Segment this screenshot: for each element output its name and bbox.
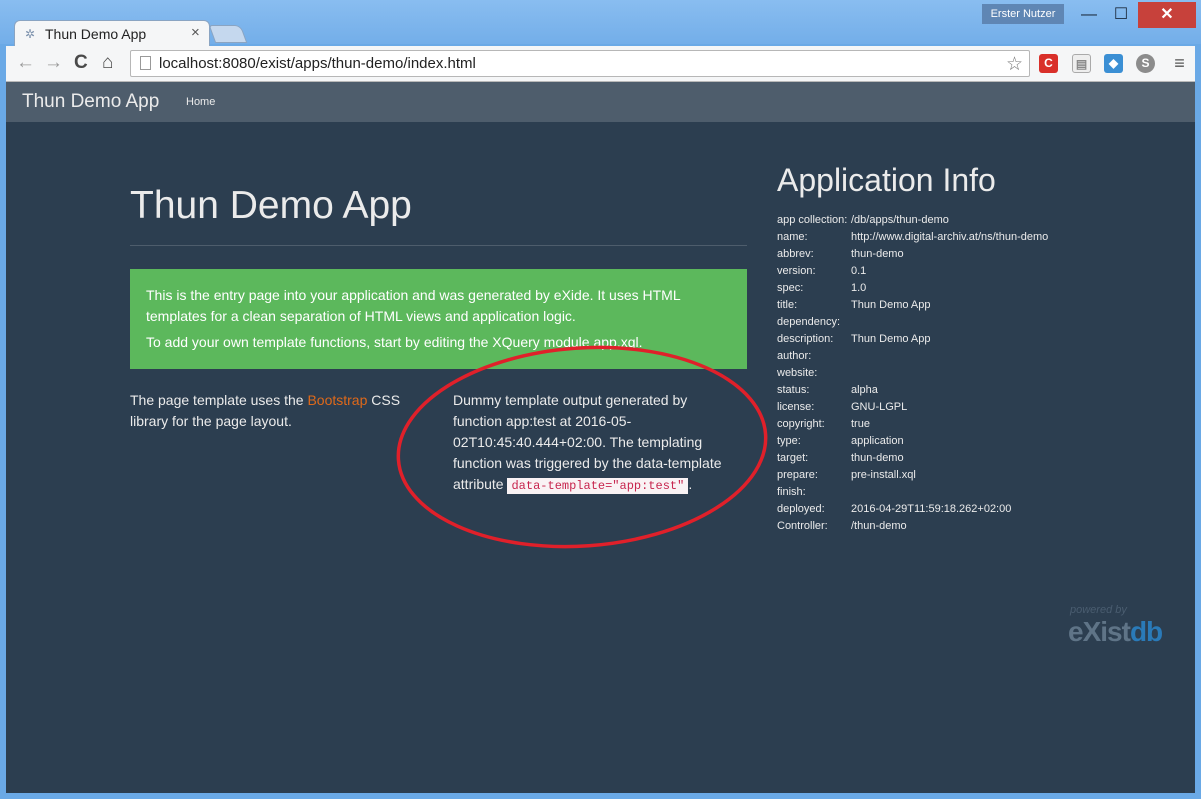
info-row: name: http://www.digital-archiv.at/ns/thu… [777,229,1051,246]
info-row: spec: 1.0 [777,280,1051,297]
home-icon[interactable]: ⌂ [102,53,113,73]
application-info-table: app collection:/db/apps/thun-demo name: ht… [777,212,1051,535]
info-row: version: 0.1 [777,263,1051,280]
info-row: type: application [777,433,1051,450]
extension-document-icon[interactable]: ▤ [1072,54,1091,73]
info-row: prepare: pre-install.xql [777,467,1051,484]
bookmark-star-icon[interactable]: ☆ [1006,53,1023,76]
info-key: target: [777,452,809,464]
info-key: Controller: [777,520,828,532]
info-key: deployed: [777,503,825,515]
info-key: title: [777,299,798,311]
existdb-logo[interactable]: eXistdb [1068,616,1163,648]
info-value: alpha [851,384,878,396]
nav-home-link[interactable]: Home [186,96,215,108]
info-value: Thun Demo App [851,333,931,345]
extension-skype-icon[interactable]: S [1136,54,1155,73]
new-tab-button[interactable] [208,25,248,43]
info-row: license: GNU-LGPL [777,399,1051,416]
existdb-logo-exist: eXist [1068,616,1131,647]
tab-title: Thun Demo App [45,26,147,42]
info-key: website: [777,367,818,379]
info-key: version: [777,265,816,277]
back-icon[interactable]: ← [16,53,35,73]
template-info-text: The page template uses the Bootstrap CSS… [130,390,420,432]
app-navbar: Thun Demo App Home [6,82,1195,122]
info-row: author: [777,348,1051,365]
page-title: Thun Demo App [130,184,412,227]
info-value: true [851,418,870,430]
template-info-pre: The page template uses the [130,392,308,408]
info-key: finish: [777,486,806,498]
info-value: pre-install.xql [851,469,916,481]
red-circle-annotation [396,345,768,549]
info-value: thun-demo [851,452,904,464]
browser-toolbar: ← → C ⌂ localhost:8080/exist/apps/thun-d… [6,46,1195,82]
info-row: copyright: true [777,416,1051,433]
title-divider [130,245,747,246]
info-key: status: [777,384,810,396]
alert-paragraph-1: This is the entry page into your applica… [146,287,681,324]
tab-close-icon[interactable]: × [191,24,200,41]
info-row: dependency: [777,314,1051,331]
info-row: description: Thun Demo App [777,331,1051,348]
info-value [851,484,1051,501]
page-viewport: Thun Demo App Home Thun Demo App This is… [6,82,1195,793]
navbar-brand[interactable]: Thun Demo App [22,91,159,113]
info-row: title: Thun Demo App [777,297,1051,314]
tab-favicon-icon: ✲ [25,27,36,41]
info-key: name: [777,231,808,243]
page-icon [140,56,151,70]
info-row: target: thun-demo [777,450,1051,467]
browser-menu-icon[interactable]: ≡ [1170,54,1189,73]
info-value [851,348,1051,365]
browser-tab[interactable]: ✲ Thun Demo App × [14,20,210,47]
info-value: 1.0 [851,282,867,294]
close-window-button[interactable]: ✕ [1138,2,1196,28]
info-row: app collection:/db/apps/thun-demo [777,212,1051,229]
info-value: 0.1 [851,265,867,277]
info-row: deployed: 2016-04-29T11:59:18.262+02:00 [777,501,1051,518]
application-info-title: Application Info [777,162,996,198]
extension-cube-icon[interactable]: ◆ [1104,54,1123,73]
info-row: Controller: /thun-demo [777,518,1051,535]
info-value: /db/apps/thun-demo [851,214,949,226]
info-key: copyright: [777,418,825,430]
info-key: type: [777,435,801,447]
bootstrap-link[interactable]: Bootstrap [307,392,367,408]
maximize-button[interactable]: ☐ [1106,2,1136,28]
existdb-logo-db: db [1129,616,1163,647]
info-value: /thun-demo [851,520,907,532]
info-key: dependency: [777,316,840,328]
info-value: 2016-04-29T11:59:18.262+02:00 [851,503,1012,515]
info-value: application [851,435,904,447]
info-row: finish: [777,484,1051,501]
info-key: author: [777,350,812,362]
info-value: Thun Demo App [851,299,931,311]
info-key: spec: [777,282,804,294]
info-value: GNU-LGPL [851,401,908,413]
url-text[interactable]: localhost:8080/exist/apps/thun-demo/inde… [159,55,476,72]
info-value: thun-demo [851,248,904,260]
info-row: abbrev: thun-demo [777,246,1051,263]
info-key: abbrev: [777,248,814,260]
forward-icon[interactable]: → [44,53,63,73]
info-value [851,314,1051,331]
info-key: license: [777,401,815,413]
info-value [851,365,1051,382]
minimize-button[interactable]: — [1074,2,1104,28]
info-key: app collection: [777,214,848,226]
powered-by-text: powered by [1070,604,1127,616]
address-bar[interactable]: localhost:8080/exist/apps/thun-demo/inde… [130,50,1030,77]
info-row: status: alpha [777,382,1051,399]
info-value: http://www.digital-archiv.at/ns/thun-dem… [851,231,1049,243]
info-row: website: [777,365,1051,382]
extension-c-icon[interactable]: C [1039,54,1058,73]
info-key: description: [777,333,834,345]
reload-icon[interactable]: C [74,53,88,73]
info-key: prepare: [777,469,818,481]
user-badge[interactable]: Erster Nutzer [982,4,1064,24]
